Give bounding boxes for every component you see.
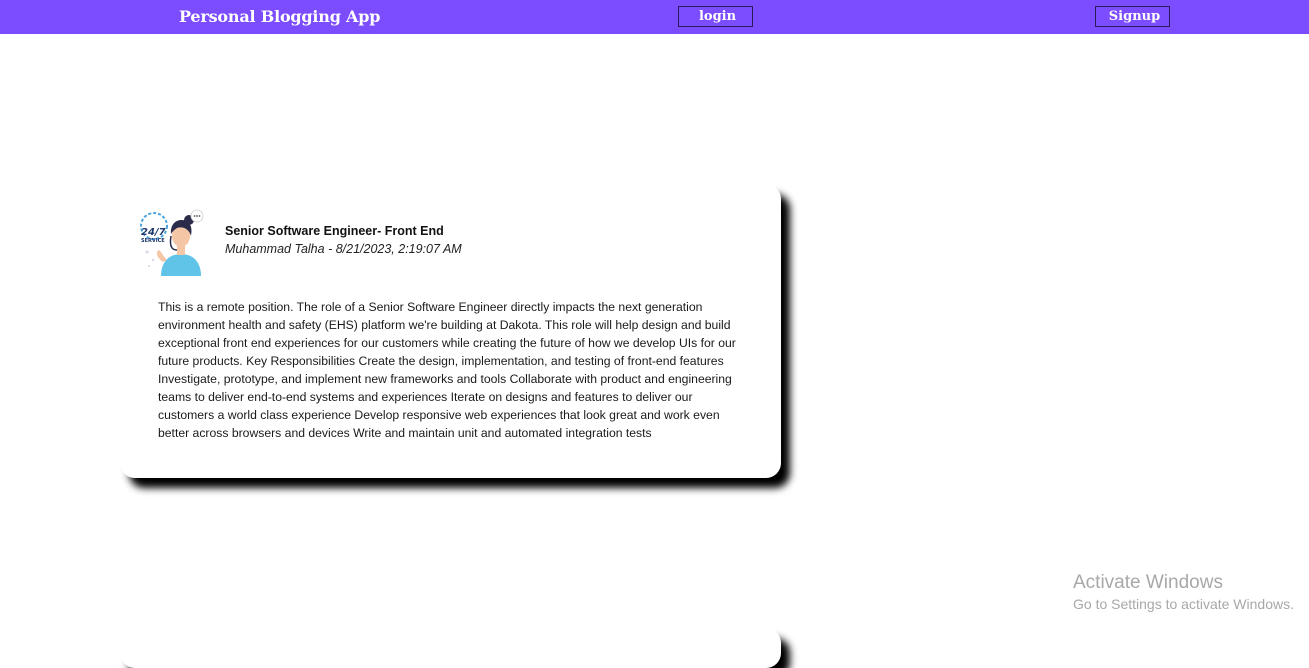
windows-activation-watermark: Activate Windows Go to Settings to activ… xyxy=(1073,572,1294,613)
badge-service-text: SERVICE xyxy=(141,238,165,244)
login-button[interactable]: login xyxy=(678,6,753,27)
blog-post-card xyxy=(120,628,781,668)
top-navbar: Personal Blogging App login Signup xyxy=(0,0,1309,34)
blog-post-card: 24/7 SERVICE Senior Software Engineer- F… xyxy=(120,184,781,478)
post-title: Senior Software Engineer- Front End xyxy=(225,224,444,238)
post-body-text: This is a remote position. The role of a… xyxy=(158,300,736,440)
watermark-title: Activate Windows xyxy=(1073,572,1223,593)
badge-247-text: 24/7 xyxy=(141,227,166,238)
author-avatar: 24/7 SERVICE xyxy=(139,204,205,276)
signup-button[interactable]: Signup xyxy=(1095,6,1170,27)
post-author-date: Muhammad Talha - 8/21/2023, 2:19:07 AM xyxy=(225,242,462,256)
app-brand-title[interactable]: Personal Blogging App xyxy=(179,7,380,27)
customer-service-icon: 24/7 SERVICE xyxy=(140,209,204,276)
watermark-subtitle: Go to Settings to activate Windows. xyxy=(1073,596,1294,612)
